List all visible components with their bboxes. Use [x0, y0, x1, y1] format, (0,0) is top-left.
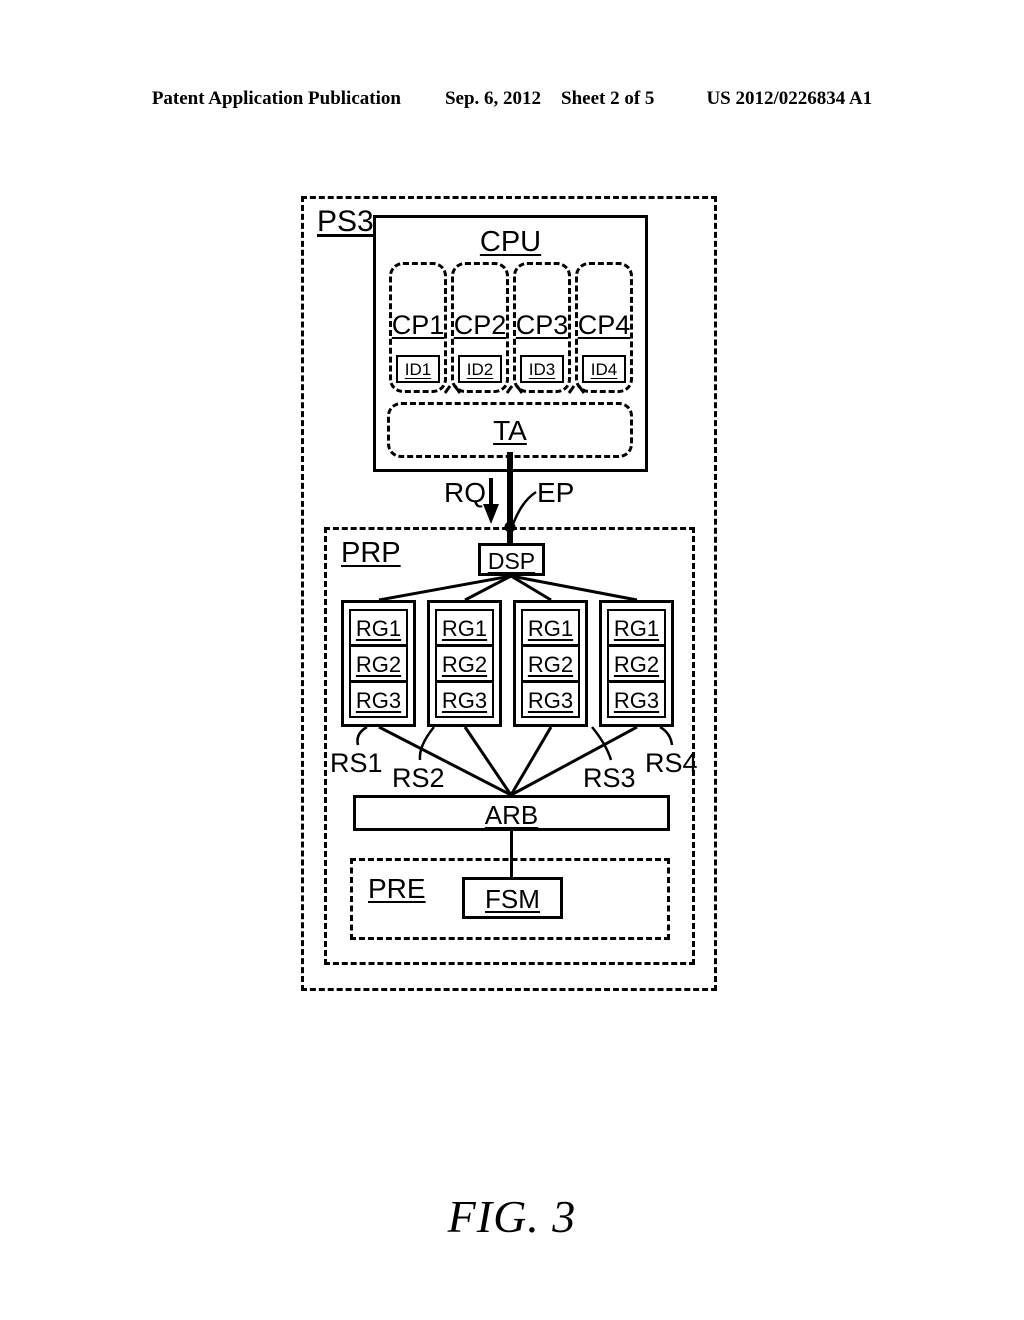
prp-label: PRP: [341, 537, 401, 569]
register-set-1-rg3-label: RG3: [355, 688, 402, 713]
core-cp3-id-label: ID3: [528, 360, 556, 379]
patent-figure-page: Patent Application Publication Sep. 6, 2…: [0, 0, 1024, 1320]
ta-label: TA: [493, 415, 527, 446]
patent-header: Patent Application Publication Sep. 6, 2…: [0, 88, 1024, 116]
cpu-label: CPU: [479, 226, 542, 258]
register-set-3-rg3-label: RG3: [527, 688, 574, 713]
rs1-label: RS1: [330, 748, 383, 778]
register-set-2-rg3-label: RG3: [441, 688, 488, 713]
header-patent-number-text: US 2012/0226834 A1: [706, 88, 873, 109]
header-date-text: Sep. 6, 2012: [444, 88, 542, 109]
register-set-2-rg2-label: RG2: [441, 652, 488, 677]
core-cp1-label: CP1: [391, 310, 445, 340]
core-cp4-id-label: ID4: [590, 360, 618, 379]
core-cp4-label: CP4: [577, 310, 631, 340]
register-set-4-rg2-label: RG2: [613, 652, 660, 677]
rs2-label: RS2: [392, 763, 445, 793]
figure-caption: FIG. 3: [447, 1191, 577, 1242]
rs3-label: RS3: [583, 763, 636, 793]
register-set-4-rg3-label: RG3: [613, 688, 660, 713]
core-cp3-label: CP3: [515, 310, 569, 340]
ps3-label: PS3: [317, 205, 374, 238]
rs4-label: RS4: [645, 748, 698, 778]
rq-label: RQ: [444, 477, 486, 508]
ep-label: EP: [537, 477, 575, 508]
header-publication-text: Patent Application Publication: [151, 88, 401, 109]
register-set-2-rg1-label: RG1: [441, 616, 488, 641]
header-sheet-text: Sheet 2 of 5: [561, 88, 655, 109]
pre-label: PRE: [368, 873, 426, 904]
core-cp2-id-label: ID2: [466, 360, 494, 379]
register-set-1-rg2-label: RG2: [355, 652, 402, 677]
fsm-label: FSM: [485, 884, 540, 914]
register-set-1-rg1-label: RG1: [355, 616, 402, 641]
core-cp2-label: CP2: [453, 310, 507, 340]
register-set-3-rg1-label: RG1: [527, 616, 574, 641]
arb-label: ARB: [484, 800, 539, 830]
dsp-label: DSP: [487, 548, 536, 574]
register-set-3-rg2-label: RG2: [527, 652, 574, 677]
register-set-4-rg1-label: RG1: [613, 616, 660, 641]
core-cp1-id-label: ID1: [404, 360, 432, 379]
